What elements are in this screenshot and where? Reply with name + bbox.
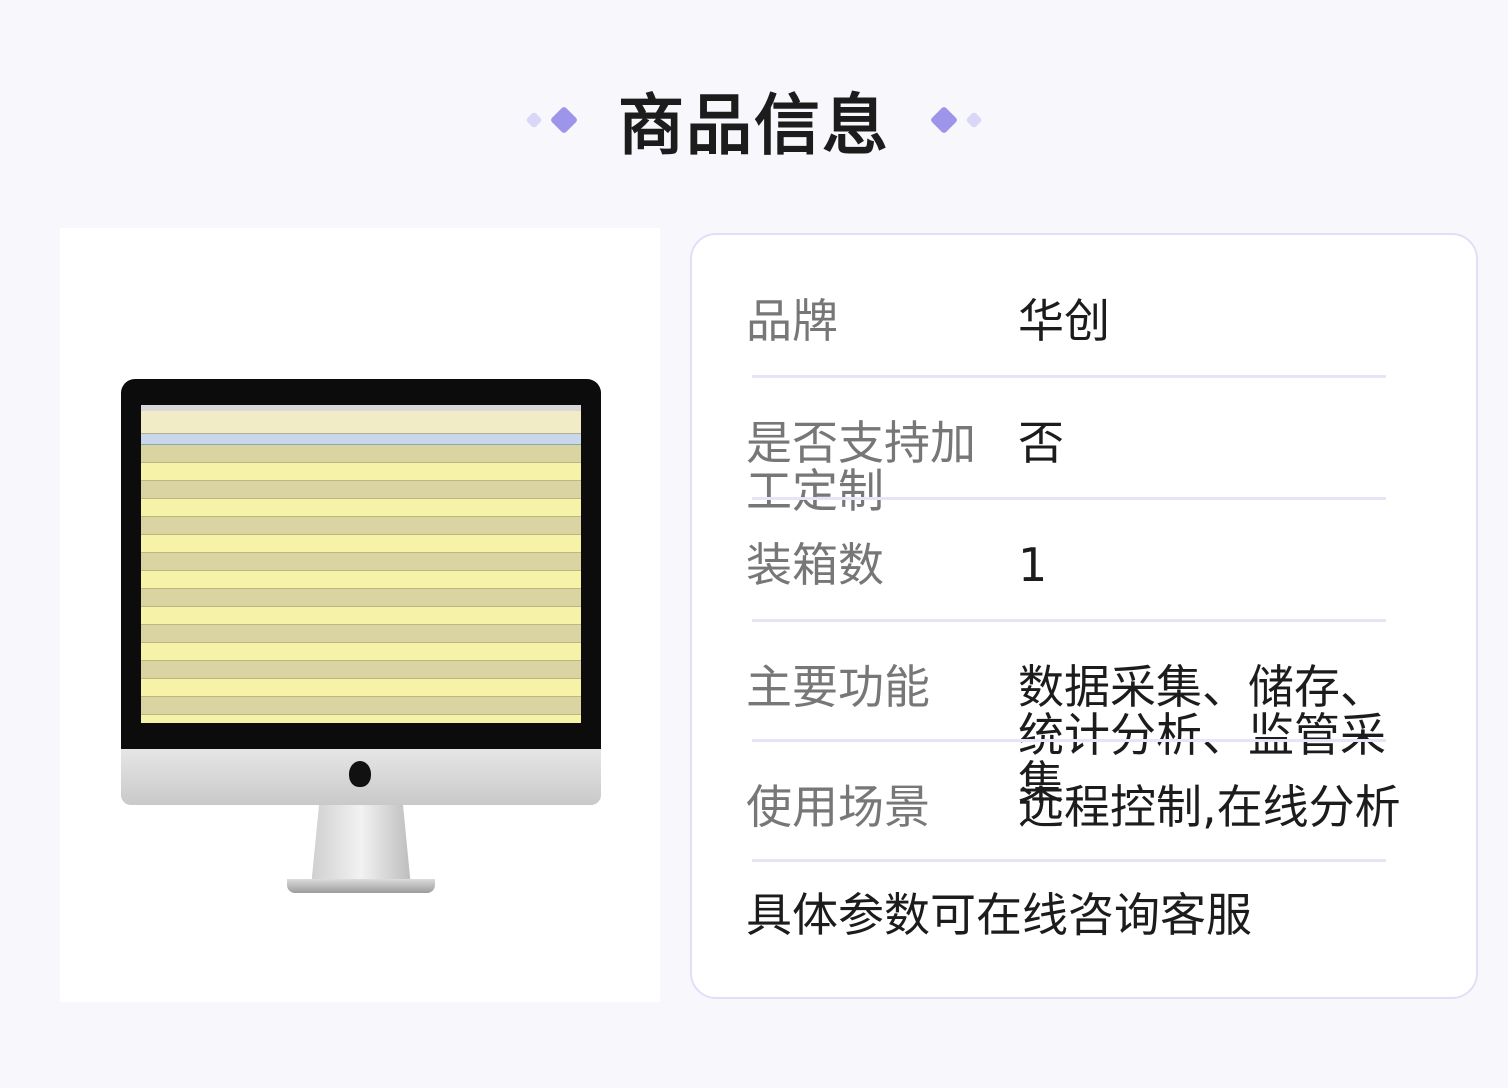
spec-value: 1 bbox=[1018, 538, 1048, 592]
divider bbox=[752, 859, 1386, 862]
spec-value: 华创 bbox=[1018, 294, 1110, 348]
diamond-icon bbox=[549, 105, 579, 135]
spec-row-packing-qty: 装箱数 1 bbox=[746, 491, 1386, 613]
monitor-base bbox=[287, 879, 435, 893]
spec-row-brand: 品牌 华创 bbox=[746, 247, 1386, 369]
product-image bbox=[60, 228, 660, 1002]
spec-row-scenario: 使用场景 远程控制,在线分析 bbox=[746, 733, 1401, 855]
page-header: 商品信息 bbox=[0, 72, 1508, 168]
diamond-icon bbox=[965, 111, 983, 129]
spec-value: 否 bbox=[1018, 416, 1064, 470]
page-title: 商品信息 bbox=[618, 87, 890, 164]
spec-row-customization: 是否支持加工定制 否 bbox=[746, 369, 1386, 515]
monitor-stand bbox=[311, 805, 411, 887]
footnote: 具体参数可在线咨询客服 bbox=[746, 888, 1252, 942]
spec-value: 远程控制,在线分析 bbox=[1018, 780, 1401, 834]
monitor-screen bbox=[141, 405, 581, 723]
spec-label: 品牌 bbox=[746, 294, 838, 348]
spec-card: 品牌 华创 是否支持加工定制 否 装箱数 1 主要功能 数据采集、储存、统计分析… bbox=[690, 233, 1478, 999]
spec-label: 主要功能 bbox=[746, 660, 930, 714]
monitor-illustration bbox=[121, 379, 601, 893]
spec-row-functions: 主要功能 数据采集、储存、统计分析、监管采集 bbox=[746, 613, 1386, 807]
apple-logo-icon bbox=[349, 761, 371, 787]
diamond-icon bbox=[929, 105, 959, 135]
diamond-icon bbox=[525, 111, 543, 129]
spec-label: 装箱数 bbox=[746, 538, 884, 592]
spec-label: 使用场景 bbox=[746, 780, 930, 834]
